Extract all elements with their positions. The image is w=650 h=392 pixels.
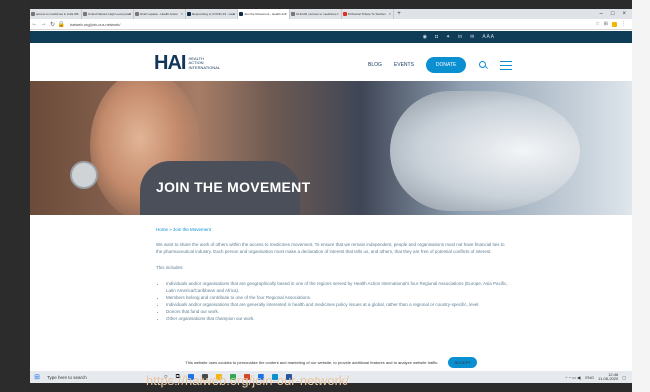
list-item: Individuals and/or organisations that ar… bbox=[166, 301, 512, 308]
browser-tab[interactable]: access to medicines in india WI × bbox=[30, 9, 82, 19]
browser-tab[interactable]: United Nations High Level panel × bbox=[82, 9, 134, 19]
new-tab-button[interactable]: + bbox=[394, 9, 404, 19]
clock-date: 11-08-2020 bbox=[598, 376, 619, 381]
maximize-icon[interactable]: □ bbox=[611, 9, 615, 19]
cookie-banner: This website uses cookies to personalize… bbox=[30, 356, 632, 369]
page-title: JOIN THE MOVEMENT bbox=[156, 179, 311, 195]
clock[interactable]: 12:46 11-08-2020 bbox=[598, 372, 619, 382]
notification-icon[interactable]: ▢ bbox=[622, 375, 626, 380]
favicon-icon bbox=[291, 12, 295, 16]
windows-start-icon[interactable]: ⊞ bbox=[30, 373, 44, 381]
hamburger-menu-icon[interactable] bbox=[500, 60, 513, 70]
right-border bbox=[632, 0, 650, 392]
favicon-icon bbox=[187, 12, 191, 16]
favicon-icon bbox=[239, 12, 243, 16]
breadcrumb[interactable]: Home » Join the Movement bbox=[156, 227, 512, 232]
reload-icon[interactable]: ↻ bbox=[48, 21, 57, 28]
minimize-icon[interactable]: – bbox=[600, 9, 603, 19]
close-icon[interactable]: × bbox=[285, 9, 287, 19]
social-bar: ◉ ◘ ✦ in ✉ A A A bbox=[30, 31, 632, 43]
hero-banner bbox=[30, 81, 632, 215]
url-field[interactable]: haiweb.org/join-our-network/ bbox=[70, 22, 120, 27]
criteria-list: Individuals and/or organisations that ar… bbox=[166, 280, 512, 322]
browser-tab-active[interactable]: Join the Movement - Health Act × bbox=[238, 9, 290, 19]
close-window-icon[interactable]: × bbox=[622, 9, 626, 19]
tab-label: OHCHR | access to medicines bbox=[296, 12, 337, 16]
close-icon[interactable]: × bbox=[389, 9, 391, 19]
nav-events[interactable]: EVENTS bbox=[394, 62, 414, 68]
search-icon[interactable] bbox=[478, 60, 489, 70]
tab-strip: access to medicines in india WI × United … bbox=[30, 9, 632, 19]
accept-button[interactable]: ACCEPT bbox=[448, 357, 477, 368]
tab-label: access to medicines in india WI bbox=[36, 12, 78, 16]
hai-logo[interactable]: HAI HEALTH ACTION INTERNATIONAL bbox=[154, 52, 220, 75]
list-item: Donors that fund our work. bbox=[166, 308, 512, 315]
close-icon[interactable]: × bbox=[129, 9, 131, 19]
favicon-icon bbox=[135, 12, 139, 16]
close-icon[interactable]: × bbox=[337, 9, 339, 19]
window-controls: – □ × bbox=[600, 9, 632, 19]
megaphone-photo bbox=[390, 91, 580, 211]
font-size-controls[interactable]: A A A bbox=[482, 34, 494, 40]
language-indicator[interactable]: ENG bbox=[585, 375, 594, 380]
email-icon[interactable]: ✉ bbox=[470, 34, 474, 40]
logo-line: INTERNATIONAL bbox=[188, 64, 221, 70]
cookie-text: This website uses cookies to personalize… bbox=[185, 360, 439, 365]
screen-frame: access to medicines in india WI × United … bbox=[0, 0, 650, 392]
browser-tab[interactable]: 8 Musical Tribute To Sushan × bbox=[342, 9, 394, 19]
tab-label: Responding to COVID-19 - Heal bbox=[192, 12, 235, 16]
tab-label: Join the Movement - Health Act bbox=[244, 12, 286, 16]
lock-icon: 🔒 bbox=[57, 21, 66, 28]
list-item: Members belong and contribute to one of … bbox=[166, 294, 512, 301]
browser-tab[interactable]: Hindi Lapatta - Health Action × bbox=[134, 9, 186, 19]
address-bar: ← → ↻ 🔒 haiweb.org/join-our-network/ ☆ ⊞… bbox=[30, 19, 632, 30]
includes-label: This includes: bbox=[156, 265, 184, 270]
intro-paragraph: We want to share the work of others with… bbox=[156, 242, 505, 254]
social-icon[interactable]: ◉ bbox=[423, 34, 427, 40]
star-icon[interactable]: ☆ bbox=[595, 21, 599, 27]
list-item: Individuals and/or organisations that ar… bbox=[166, 280, 512, 294]
tab-label: 8 Musical Tribute To Sushan bbox=[348, 12, 386, 16]
more-icon[interactable]: ⋮ bbox=[621, 21, 626, 27]
close-icon[interactable]: × bbox=[233, 9, 235, 19]
extension-icon[interactable] bbox=[612, 21, 617, 27]
browser-tab[interactable]: OHCHR | access to medicines × bbox=[290, 9, 342, 19]
favicon-icon bbox=[83, 12, 87, 16]
tab-label: Hindi Lapatta - Health Action bbox=[140, 12, 179, 16]
system-tray: ^ ◔ ▭ ◀) ENG 12:46 11-08-2020 ▢ bbox=[566, 372, 632, 382]
left-border bbox=[0, 0, 30, 392]
extension-icon[interactable]: ⊞ bbox=[604, 21, 608, 27]
extensions: ☆ ⊞ ⋮ bbox=[595, 21, 632, 27]
nav-blog[interactable]: BLOG bbox=[368, 62, 382, 68]
favicon-icon bbox=[343, 12, 347, 16]
main-content: Home » Join the Movement We want to shar… bbox=[156, 227, 512, 322]
close-icon[interactable]: × bbox=[181, 9, 183, 19]
donate-button[interactable]: DONATE bbox=[425, 57, 467, 73]
list-item: Other organisations that champion our wo… bbox=[166, 315, 512, 322]
close-icon[interactable]: × bbox=[77, 9, 79, 19]
social-icon[interactable]: ◘ bbox=[435, 34, 438, 40]
linkedin-icon[interactable]: in bbox=[458, 34, 462, 40]
tray-icons[interactable]: ^ ◔ ▭ ◀) bbox=[566, 375, 582, 380]
favicon-icon bbox=[31, 12, 35, 16]
browser-window: access to medicines in india WI × United … bbox=[30, 9, 632, 383]
twitter-icon[interactable]: ✦ bbox=[446, 34, 450, 40]
forward-icon[interactable]: → bbox=[39, 21, 48, 27]
tab-label: United Nations High Level panel bbox=[88, 12, 131, 16]
logo-mark: HAI bbox=[154, 52, 186, 74]
main-nav: BLOG EVENTS DONATE bbox=[368, 57, 513, 73]
logo-text: HEALTH ACTION INTERNATIONAL bbox=[188, 56, 221, 71]
site-header: HAI HEALTH ACTION INTERNATIONAL BLOG EVE… bbox=[30, 43, 632, 81]
microphone-icon bbox=[70, 161, 98, 189]
browser-tab[interactable]: Responding to COVID-19 - Heal × bbox=[186, 9, 238, 19]
video-caption-url: https://haiweb.org/join-our-network/ bbox=[146, 373, 350, 388]
back-icon[interactable]: ← bbox=[30, 21, 39, 27]
